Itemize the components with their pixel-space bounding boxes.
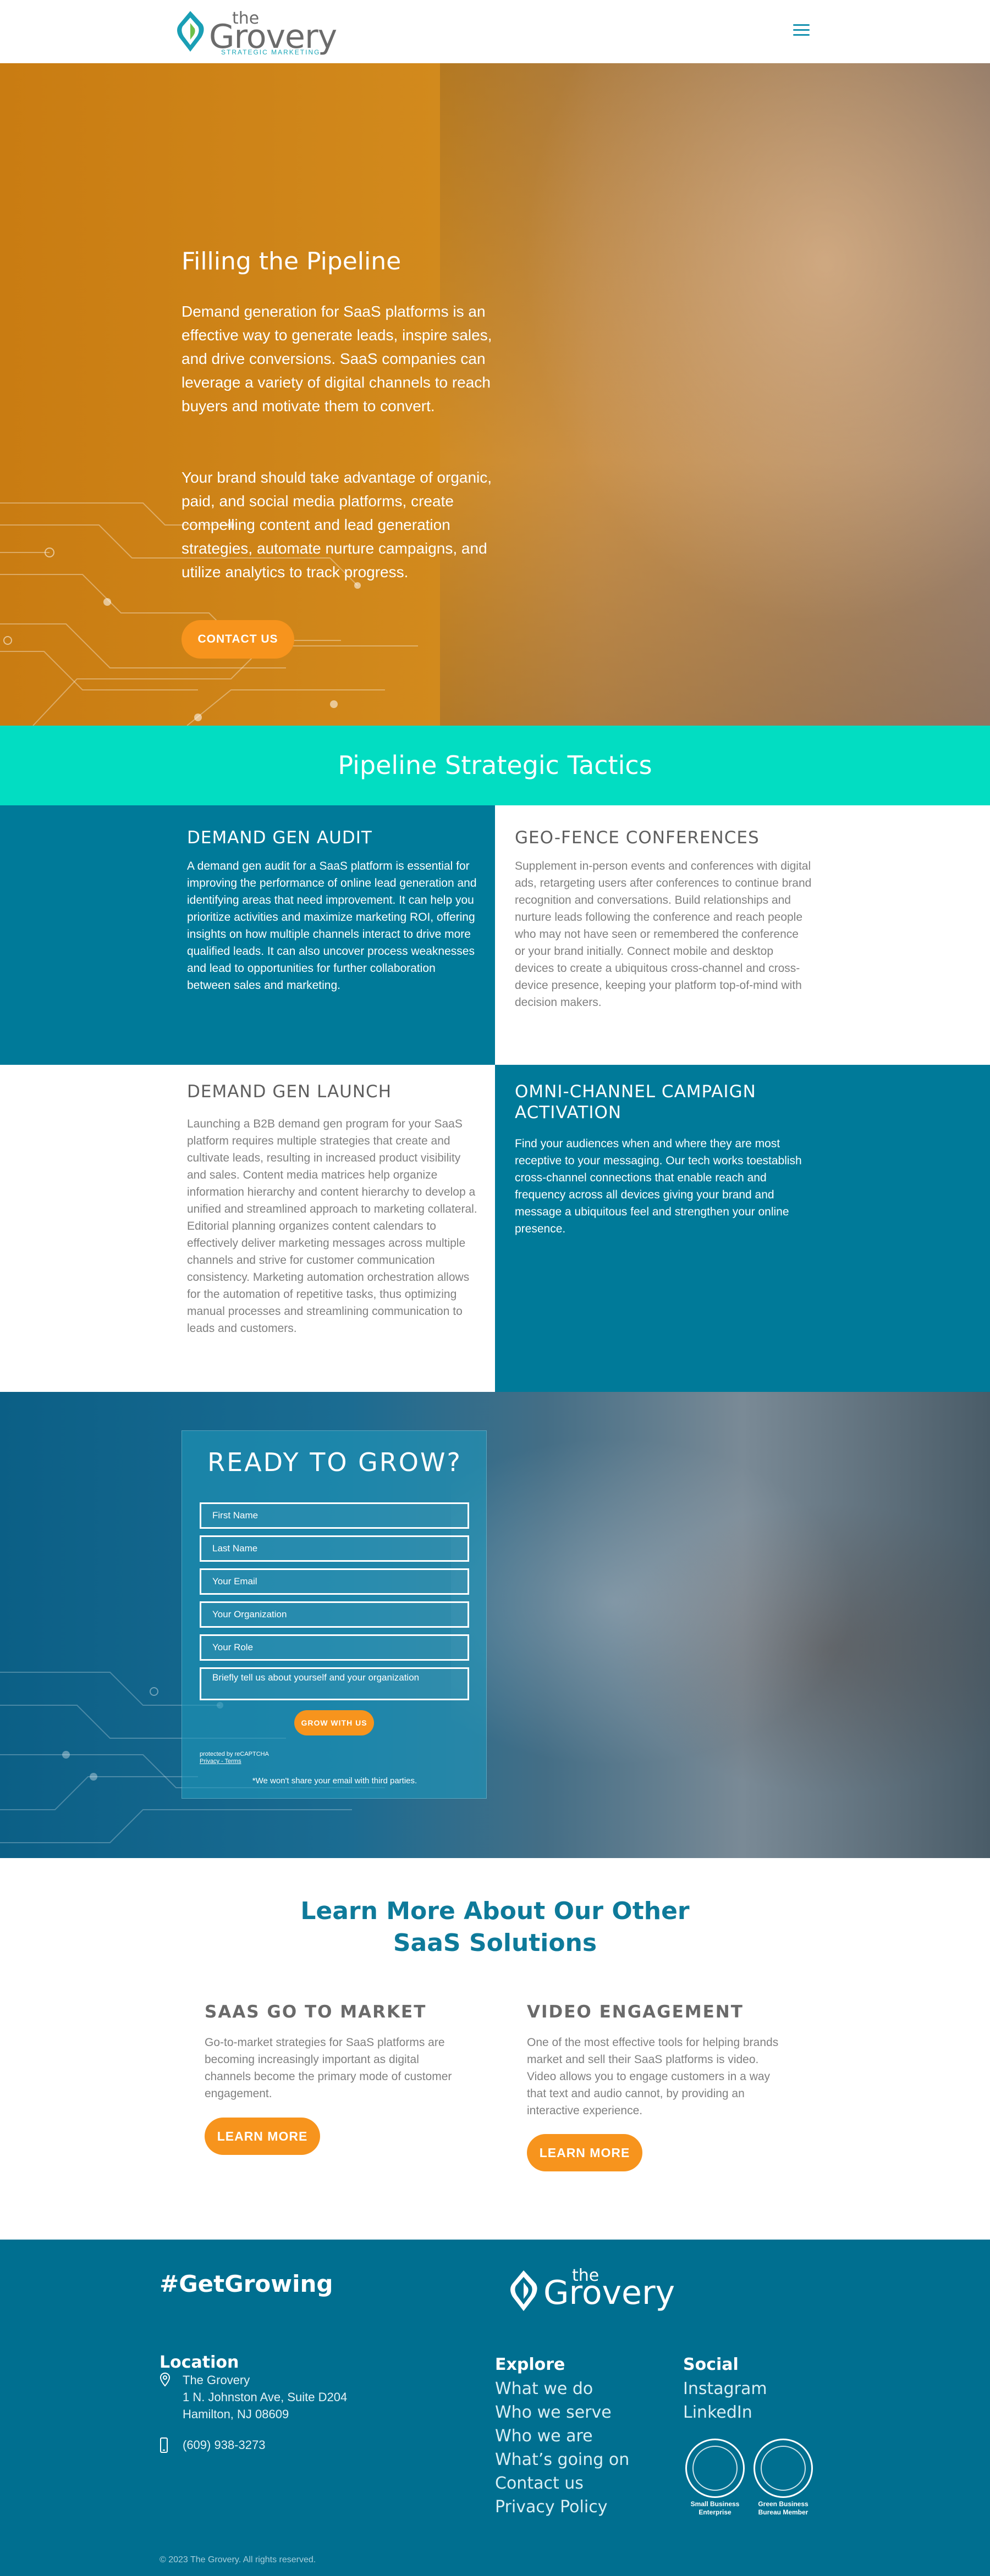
- organization-field[interactable]: Your Organization: [200, 1601, 469, 1628]
- role-field[interactable]: Your Role: [200, 1634, 469, 1661]
- social-links: Instagram LinkedIn: [683, 2377, 767, 2424]
- grovery-leaf-icon: [177, 11, 204, 52]
- footer-link-what-we-do[interactable]: What we do: [495, 2377, 629, 2401]
- learn-title-line-1: Learn More About Our Other: [300, 1897, 690, 1925]
- learn-title-line-2: SaaS Solutions: [393, 1929, 597, 1957]
- tactic-title: OMNI-CHANNEL CAMPAIGN ACTIVATION: [515, 1082, 756, 1123]
- hero-paragraph-2: Your brand should take advantage of orga…: [182, 469, 492, 581]
- tactic-text: Find your audiences when and where they …: [515, 1137, 802, 1235]
- recaptcha-text: protected by reCAPTCHA: [200, 1751, 269, 1757]
- copyright: © 2023 The Grovery. All rights reserved.: [160, 2555, 316, 2564]
- footer-link-contact-us[interactable]: Contact us: [495, 2472, 629, 2495]
- solution-title: VIDEO ENGAGEMENT: [527, 2002, 744, 2022]
- footer-logo-name: Grovery: [543, 2274, 675, 2312]
- solution-title: SAAS GO TO MARKET: [205, 2002, 427, 2022]
- footer-hashtag: #GetGrowing: [160, 2270, 333, 2297]
- explore-links: What we do Who we serve Who we are What’…: [495, 2377, 629, 2519]
- tactic-tile-demand-gen-audit: DEMAND GEN AUDIT A demand gen audit for …: [0, 805, 495, 1065]
- hamburger-icon[interactable]: [793, 24, 810, 37]
- hero-title: Filling the Pipeline: [182, 247, 402, 275]
- footer-link-privacy-policy[interactable]: Privacy Policy: [495, 2495, 629, 2519]
- tactic-title: GEO-FENCE CONFERENCES: [515, 828, 760, 848]
- grovery-leaf-icon: [510, 2270, 537, 2311]
- form-title: READY TO GROW?: [207, 1447, 462, 1477]
- contact-form-section: READY TO GROW? First Name Last Name Your…: [0, 1392, 990, 1858]
- small-business-badge: [685, 2439, 745, 2498]
- last-name-field[interactable]: Last Name: [200, 1535, 469, 1562]
- hero-section: Filling the Pipeline Demand generation f…: [0, 63, 990, 726]
- site-header: the Grovery STRATEGIC MARKETING: [0, 0, 990, 63]
- address-line-1: The Grovery: [183, 2373, 250, 2387]
- footer-link-who-we-are[interactable]: Who we are: [495, 2424, 629, 2448]
- learn-more-title: Learn More About Our Other SaaS Solution…: [0, 1895, 990, 1959]
- tactics-banner: Pipeline Strategic Tactics: [0, 726, 990, 805]
- small-business-label: Small Business Enterprise: [690, 2500, 740, 2516]
- footer-logo[interactable]: the Grovery: [507, 2266, 678, 2315]
- location-heading: Location: [160, 2353, 239, 2372]
- recaptcha-notice: protected by reCAPTCHA Privacy - Terms: [200, 1751, 269, 1765]
- site-footer: #GetGrowing the Grovery Location The Gro…: [0, 2240, 990, 2576]
- phone-number[interactable]: (609) 938-3273: [183, 2436, 265, 2453]
- business-people-photo: [451, 1392, 990, 1858]
- footer-link-who-we-serve[interactable]: Who we serve: [495, 2401, 629, 2424]
- tactic-title: DEMAND GEN LAUNCH: [187, 1082, 392, 1102]
- explore-heading: Explore: [495, 2355, 565, 2374]
- footer-link-linkedin[interactable]: LinkedIn: [683, 2401, 767, 2424]
- message-textarea[interactable]: Briefly tell us about yourself and your …: [200, 1667, 469, 1700]
- contact-form: READY TO GROW? First Name Last Name Your…: [182, 1430, 487, 1799]
- phone-icon: [160, 2437, 168, 2453]
- tactic-tile-demand-gen-launch: DEMAND GEN LAUNCH Launching a B2B demand…: [0, 1065, 495, 1392]
- solution-text: Go-to-market strategies for SaaS platfor…: [205, 2036, 452, 2100]
- recaptcha-links[interactable]: Privacy - Terms: [200, 1758, 269, 1765]
- email-field[interactable]: Your Email: [200, 1568, 469, 1595]
- learn-more-button[interactable]: LEARN MORE: [205, 2118, 320, 2155]
- grovery-logo[interactable]: the Grovery STRATEGIC MARKETING: [174, 8, 337, 57]
- tactic-text: A demand gen audit for a SaaS platform i…: [187, 860, 477, 992]
- tactic-text: Supplement in-person events and conferen…: [515, 860, 812, 1009]
- address-line-3: Hamilton, NJ 08609: [183, 2407, 289, 2421]
- grow-with-us-button[interactable]: GROW WITH US: [294, 1710, 374, 1735]
- hero-paragraph-1: Demand generation for SaaS platforms is …: [182, 303, 492, 414]
- privacy-note: *We won't share your email with third pa…: [252, 1776, 417, 1785]
- solution-text: One of the most effective tools for help…: [527, 2036, 779, 2117]
- hero-handshake-photo: [440, 63, 990, 726]
- first-name-field[interactable]: First Name: [200, 1502, 469, 1529]
- green-business-label: Green Business Bureau Member: [758, 2500, 809, 2516]
- tactic-tile-omni-channel: OMNI-CHANNEL CAMPAIGN ACTIVATION Find yo…: [495, 1065, 990, 1392]
- tactic-text: Launching a B2B demand gen program for y…: [187, 1118, 477, 1335]
- footer-link-instagram[interactable]: Instagram: [683, 2377, 767, 2401]
- location-pin-icon: [160, 2373, 170, 2387]
- tactics-title: Pipeline Strategic Tactics: [338, 750, 652, 780]
- footer-link-whats-going-on[interactable]: What’s going on: [495, 2448, 629, 2472]
- logo-tagline: STRATEGIC MARKETING: [221, 48, 321, 56]
- contact-us-button[interactable]: CONTACT US: [182, 620, 294, 659]
- social-heading: Social: [683, 2355, 739, 2374]
- green-business-badge: [754, 2439, 813, 2498]
- learn-more-button[interactable]: LEARN MORE: [527, 2134, 642, 2171]
- address-line-2: 1 N. Johnston Ave, Suite D204: [183, 2390, 348, 2404]
- tactic-title: DEMAND GEN AUDIT: [187, 828, 372, 848]
- tactic-tile-geo-fence: GEO-FENCE CONFERENCES Supplement in-pers…: [495, 805, 990, 1065]
